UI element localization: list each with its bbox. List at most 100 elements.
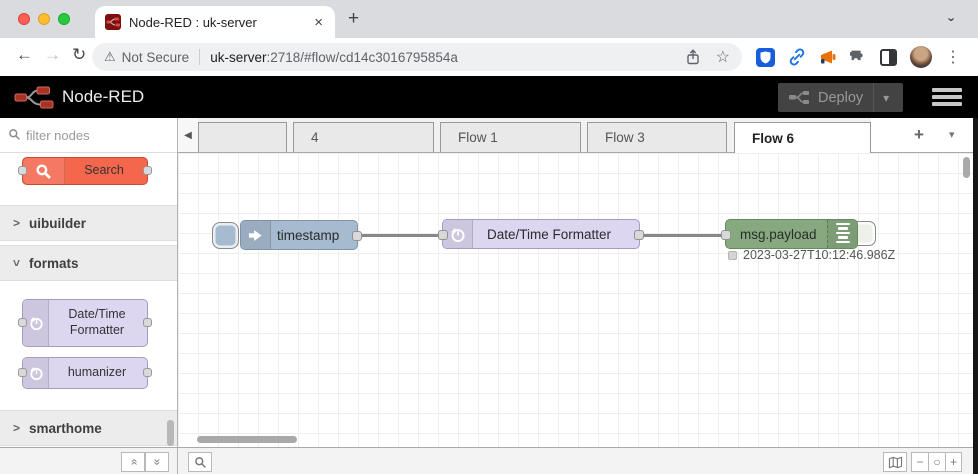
- flow-tab-bar: ◀ 2 4 Flow 1 Flow 3 Flow 6 + ▾: [178, 118, 973, 153]
- filter-nodes-input[interactable]: [26, 125, 166, 145]
- url-host: uk-server: [210, 49, 267, 65]
- url-path: :2718/#flow/cd14c3016795854a: [266, 49, 458, 65]
- inject-trigger-button[interactable]: [212, 222, 239, 249]
- browser-toolbar: ← → ↻ ⚠ Not Secure uk-server :2718/#flow…: [0, 38, 978, 76]
- window-edge-shadow: [973, 118, 978, 474]
- palette-scrollbar[interactable]: [167, 420, 174, 446]
- profile-avatar[interactable]: [910, 46, 932, 68]
- datetime-formatter-node[interactable]: Date/Time Formatter: [438, 219, 644, 249]
- deploy-label: Deploy: [818, 89, 864, 106]
- share-icon[interactable]: [686, 49, 700, 65]
- window-close-button[interactable]: [18, 13, 30, 25]
- canvas-vertical-scrollbar[interactable]: [963, 157, 970, 178]
- node-input-port[interactable]: [721, 230, 731, 240]
- flow-list-caret-icon[interactable]: ▾: [949, 128, 955, 141]
- window-minimize-button[interactable]: [38, 13, 50, 25]
- canvas-horizontal-scrollbar[interactable]: [197, 436, 297, 443]
- flow-tab-flow1[interactable]: Flow 1: [440, 122, 581, 152]
- back-icon[interactable]: ←: [16, 45, 33, 65]
- wire-inject-to-formatter[interactable]: [356, 234, 442, 237]
- node-input-port: [18, 368, 27, 377]
- flow-tab-flow6-active[interactable]: Flow 6: [734, 122, 871, 153]
- extensions-puzzle-icon[interactable]: [850, 49, 867, 66]
- zoom-out-button[interactable]: −: [911, 452, 928, 472]
- node-output-port: [143, 318, 152, 327]
- browser-tab-strip: Node-RED : uk-server × + ›: [0, 0, 978, 38]
- palette-node-label: Date/Time Formatter: [68, 307, 126, 337]
- window-zoom-button[interactable]: [58, 13, 70, 25]
- collapse-all-categories-button[interactable]: »: [121, 452, 145, 472]
- flow-tab-label: 4: [311, 130, 319, 145]
- node-output-port: [143, 166, 152, 175]
- not-secure-label: Not Secure: [121, 49, 190, 65]
- debug-node-status: 2023-03-27T10:12:46.986Z: [728, 248, 895, 262]
- reload-icon[interactable]: ↻: [72, 45, 86, 65]
- navigator-map-button[interactable]: [883, 452, 907, 472]
- scroll-tabs-left-icon[interactable]: ◀: [178, 118, 198, 152]
- bitwarden-extension-icon[interactable]: [756, 47, 775, 67]
- browser-tab[interactable]: Node-RED : uk-server ×: [95, 6, 335, 38]
- palette-node-label: Search: [84, 163, 124, 178]
- chevron-right-icon: >: [13, 216, 21, 230]
- chevron-right-icon: >: [13, 421, 21, 435]
- not-secure-warning-icon[interactable]: ⚠: [104, 49, 116, 65]
- double-chevron-up-icon: »: [126, 458, 140, 466]
- add-flow-button[interactable]: +: [914, 125, 924, 145]
- app-title: Node-RED: [62, 87, 145, 106]
- tab-close-icon[interactable]: ×: [312, 14, 325, 31]
- debug-list-icon: [827, 220, 857, 248]
- palette-node-search[interactable]: Search: [18, 157, 152, 185]
- palette-sidebar: Search > uibuilder > formats Date/Time F…: [0, 118, 178, 447]
- node-red-favicon: [105, 14, 121, 30]
- node-input-port: [18, 166, 27, 175]
- double-chevron-down-icon: »: [150, 458, 164, 466]
- search-node-icon: [23, 158, 65, 184]
- bookmark-star-icon[interactable]: ☆: [716, 47, 730, 67]
- screenshot-root: Node-RED : uk-server × + › ← → ↻ ⚠ Not S…: [0, 0, 978, 474]
- workspace-footer: − ○ +: [178, 447, 973, 474]
- debug-node-msg-payload[interactable]: msg.payload: [721, 219, 858, 249]
- flow-tab-clipped[interactable]: 2: [198, 122, 287, 152]
- address-divider: [199, 49, 201, 65]
- node-output-port[interactable]: [352, 231, 362, 241]
- search-flows-button[interactable]: [188, 452, 212, 472]
- expand-all-categories-button[interactable]: »: [145, 452, 169, 472]
- zoom-reset-button[interactable]: ○: [928, 452, 945, 472]
- filter-search-icon: [8, 128, 21, 141]
- palette-node-humanizer[interactable]: humanizer: [18, 357, 152, 389]
- tab-overflow-chevron-icon[interactable]: ›: [945, 17, 960, 21]
- node-input-port[interactable]: [438, 230, 448, 240]
- flow-tab-label: 2: [199, 130, 200, 145]
- category-label: uibuilder: [29, 215, 87, 231]
- side-panel-icon[interactable]: [880, 48, 897, 66]
- chrome-menu-icon[interactable]: ⋮: [945, 47, 961, 67]
- wire-formatter-to-debug[interactable]: [638, 234, 727, 237]
- inject-node-timestamp[interactable]: timestamp: [240, 220, 362, 250]
- flow-tab-label: Flow 3: [605, 130, 645, 145]
- deploy-button[interactable]: Deploy ▾: [778, 83, 903, 112]
- status-dot-icon: [728, 250, 737, 260]
- address-bar[interactable]: ⚠ Not Secure uk-server :2718/#flow/cd14c…: [92, 43, 742, 71]
- node-label: Date/Time Formatter: [487, 226, 612, 242]
- deploy-icon: [788, 90, 810, 105]
- node-red-logo-icon: [14, 84, 58, 111]
- palette-category-uibuilder[interactable]: > uibuilder: [0, 205, 177, 241]
- new-tab-button[interactable]: +: [348, 8, 359, 30]
- node-output-port: [143, 368, 152, 377]
- flow-tab-4[interactable]: 4: [293, 122, 434, 152]
- flow-canvas[interactable]: timestamp Date/Time Formatter msg.payloa…: [178, 153, 973, 447]
- megaphone-extension-icon[interactable]: [819, 49, 837, 65]
- chevron-down-icon: >: [9, 259, 24, 267]
- link-extension-icon[interactable]: [788, 48, 806, 66]
- zoom-in-button[interactable]: +: [945, 452, 962, 472]
- palette-category-formats[interactable]: > formats: [0, 245, 177, 281]
- palette-node-datetime-formatter[interactable]: Date/Time Formatter: [18, 299, 152, 347]
- palette-category-smarthome[interactable]: > smarthome: [0, 410, 177, 446]
- node-input-port: [18, 318, 27, 327]
- status-text: 2023-03-27T10:12:46.986Z: [743, 248, 896, 262]
- node-output-port[interactable]: [634, 230, 644, 240]
- flow-tab-flow3[interactable]: Flow 3: [587, 122, 727, 152]
- deploy-options-caret-icon[interactable]: ▾: [874, 91, 898, 105]
- category-label: formats: [29, 255, 79, 271]
- main-menu-icon[interactable]: [932, 88, 962, 109]
